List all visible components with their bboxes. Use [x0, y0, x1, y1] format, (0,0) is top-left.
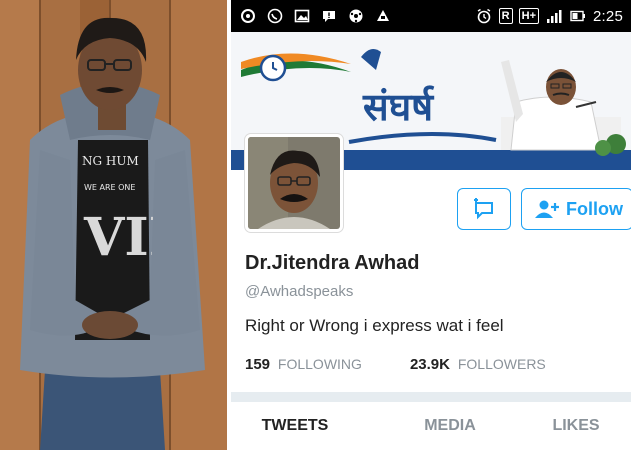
following-label: FOLLOWING	[277, 356, 362, 372]
tab-media[interactable]: MEDIA	[379, 417, 521, 435]
avatar[interactable]	[245, 134, 343, 232]
signal-icon	[545, 7, 563, 25]
soccer-icon	[347, 7, 365, 25]
shirt-text-line2: WE ARE ONE	[84, 183, 135, 192]
upload-icon	[374, 7, 392, 25]
profile-stats: 159 FOLLOWING 23.9K FOLLOWERS	[245, 356, 546, 373]
follow-button[interactable]: Follow	[521, 188, 631, 230]
battery-icon	[569, 7, 587, 25]
settings-icon	[239, 7, 257, 25]
status-time: 2:25	[593, 7, 623, 25]
shirt-text-line1: NG HUM	[82, 154, 139, 168]
banner-title: संघर्ष	[363, 84, 434, 129]
tab-tweets[interactable]: TWEETS	[231, 417, 359, 435]
profile-name: Dr.Jitendra Awhad	[245, 252, 420, 274]
person-photo-illustration: NG HUM WE ARE ONE VII	[0, 0, 227, 450]
following-stat[interactable]: 159 FOLLOWING	[245, 356, 362, 373]
chat-icon	[320, 7, 338, 25]
add-user-icon	[535, 200, 559, 218]
message-button[interactable]	[457, 188, 511, 230]
followers-count: 23.9K	[409, 356, 450, 373]
alarm-icon	[475, 7, 493, 25]
section-divider	[231, 392, 631, 402]
system-icons: R H+ 2:25	[475, 7, 623, 25]
notification-icons	[239, 7, 392, 25]
sim-icon: R	[498, 8, 513, 24]
twitter-profile-screen: R H+ 2:25 संघर्ष Follow Dr.Jitendra Awha…	[231, 0, 631, 450]
following-count: 159	[245, 356, 271, 373]
whatsapp-icon	[266, 7, 284, 25]
profile-bio: Right or Wrong i express wat i feel	[245, 316, 504, 335]
gallery-icon	[293, 7, 311, 25]
status-bar: R H+ 2:25	[231, 0, 631, 32]
followers-stat[interactable]: 23.9K FOLLOWERS	[410, 356, 546, 373]
search-icon[interactable]	[565, 54, 589, 78]
person-photo: NG HUM WE ARE ONE VII	[0, 0, 229, 450]
message-icon	[474, 198, 493, 220]
avatar-portrait	[248, 137, 340, 229]
tab-likes[interactable]: LIKES	[521, 417, 631, 435]
followers-label: FOLLOWERS	[457, 356, 546, 372]
profile-tabs: TWEETS MEDIA LIKES	[231, 402, 631, 450]
network-type-icon: H+	[518, 8, 539, 24]
profile-handle[interactable]: @Awhadspeaks	[245, 283, 353, 300]
follow-button-label: Follow	[566, 198, 623, 219]
